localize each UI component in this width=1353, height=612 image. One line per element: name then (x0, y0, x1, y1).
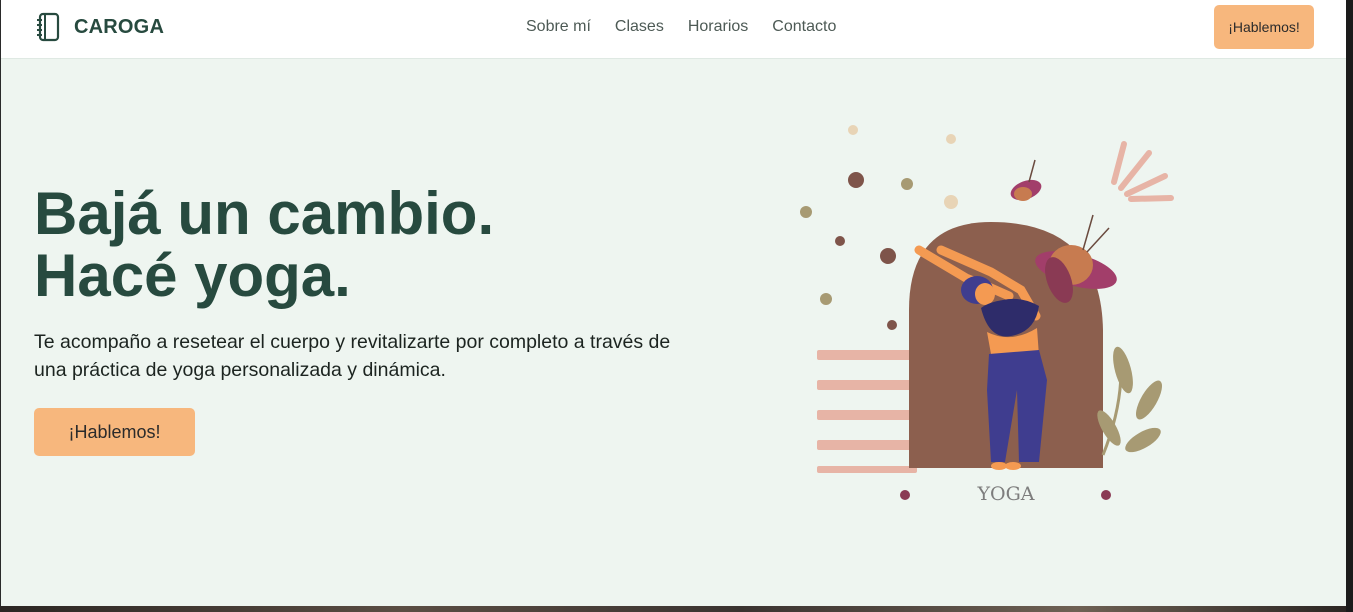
yoga-label: YOGA (976, 483, 1034, 505)
next-section-preview (0, 606, 1346, 612)
nav-link-horarios[interactable]: Horarios (688, 18, 748, 36)
hero-title-line-2: Hacé yoga. (34, 242, 351, 309)
nav-link-sobre-mi[interactable]: Sobre mí (526, 18, 591, 36)
site-header: CAROGA Sobre mí Clases Horarios Contacto… (1, 0, 1346, 59)
hero-title-line-1: Bajá un cambio. (34, 180, 495, 247)
hero-title: Bajá un cambio. Hacé yoga. (34, 183, 494, 307)
flower-small (1010, 159, 1042, 201)
notebook-icon (37, 12, 60, 42)
yoga-illustration: YOGA (800, 125, 1174, 505)
leaf-branch (1097, 346, 1162, 456)
header-cta-button[interactable]: ¡Hablemos! (1214, 5, 1314, 49)
page: CAROGA Sobre mí Clases Horarios Contacto… (0, 0, 1346, 606)
hero-description: Te acompaño a resetear el cuerpo y revit… (34, 331, 671, 381)
scrollbar[interactable] (1346, 0, 1353, 612)
sun-rays (1111, 141, 1174, 202)
hero-cta-button[interactable]: ¡Hablemos! (34, 408, 195, 456)
nav-link-contacto[interactable]: Contacto (772, 18, 836, 36)
nav-link-clases[interactable]: Clases (615, 18, 664, 36)
brand-name: CAROGA (74, 15, 165, 38)
brand-logo-link[interactable]: CAROGA (34, 12, 164, 42)
decorative-stripes (817, 350, 917, 473)
main-nav: Sobre mí Clases Horarios Contacto (526, 18, 836, 36)
